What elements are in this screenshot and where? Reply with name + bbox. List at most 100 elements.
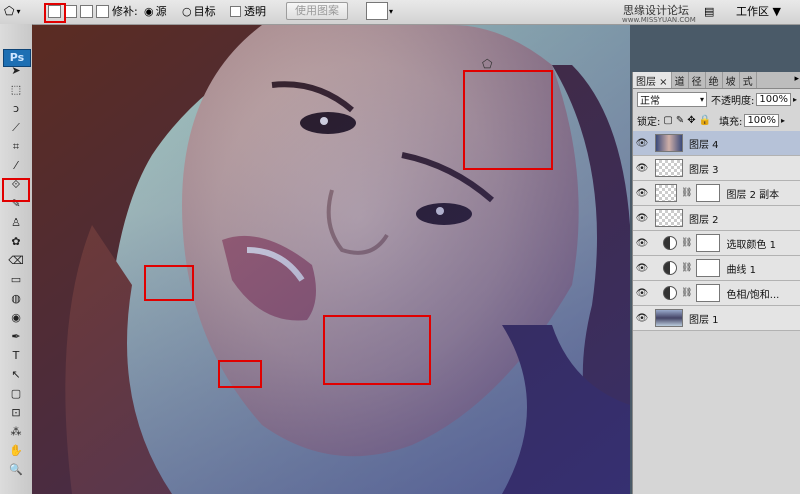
eye-icon[interactable]: 👁 [633, 188, 651, 199]
tool-button[interactable]: ♙ [7, 216, 25, 230]
opacity-input[interactable]: 100% [756, 93, 791, 106]
layer-thumbnail [655, 134, 683, 152]
layer-name: 曲线 1 [726, 264, 756, 276]
tool-button[interactable]: ⌗ [7, 140, 25, 154]
layer-row[interactable]: 👁 ⛓ 选取颜色 1 [633, 231, 800, 256]
intersect-selection-button[interactable] [96, 4, 109, 18]
layer-mask-thumbnail [696, 234, 721, 252]
highlight-box-selection [44, 3, 66, 23]
document-canvas[interactable]: ⬠ [32, 25, 630, 494]
workspace-button[interactable]: 工作区 ▼ [736, 3, 781, 19]
chain-icon: ⛓ [681, 263, 693, 273]
layers-panel: 图层 × 道 径 绝 坡 式 ▸ 正常 ▾ 不透明度: 100% ▸ 锁定: ▢… [632, 72, 800, 494]
layer-mask-thumbnail [696, 284, 721, 302]
tool-button[interactable]: 🔍 [7, 463, 25, 477]
layer-row[interactable]: 👁 ⛓ 图层 2 副本 [633, 181, 800, 206]
eye-icon[interactable]: 👁 [633, 213, 651, 224]
radio-icon: ○ [182, 4, 192, 18]
target-label: 目标 [193, 5, 216, 18]
tool-button[interactable]: ✿ [7, 235, 25, 249]
layer-row[interactable]: 👁 ⛓ 色相/饱和... [633, 281, 800, 306]
layer-row[interactable]: 👁 图层 1 [633, 306, 800, 331]
fill-slider-button[interactable]: ▸ [781, 116, 785, 125]
chain-icon: ⛓ [681, 188, 693, 198]
source-radio[interactable]: ◉ 源 [144, 3, 167, 19]
chevron-down-icon: ▾ [389, 6, 394, 16]
checkbox-icon [230, 5, 241, 17]
palette-well-icon[interactable]: ▤ [704, 3, 714, 19]
lock-move-icon[interactable]: ✥ [687, 115, 695, 126]
layer-row[interactable]: 👁 图层 4 [633, 131, 800, 156]
eye-icon[interactable]: 👁 [633, 288, 651, 299]
tool-button[interactable]: ⁂ [7, 425, 25, 439]
tool-button[interactable]: ⟋ [7, 121, 25, 135]
tool-button[interactable]: ↄ [7, 102, 25, 116]
layer-thumbnail [655, 184, 677, 202]
lock-label: 锁定: [637, 117, 661, 128]
eye-icon[interactable]: 👁 [633, 238, 651, 249]
panel-tabs: 图层 × 道 径 绝 坡 式 ▸ [633, 72, 800, 89]
tab-color[interactable]: 绝 [706, 72, 723, 88]
tool-button[interactable]: ▢ [7, 387, 25, 401]
adjustment-icon [663, 261, 677, 275]
lock-all-icon[interactable]: 🔒 [699, 115, 711, 126]
layer-row[interactable]: 👁 ⛓ 曲线 1 [633, 256, 800, 281]
layer-name: 图层 2 [689, 214, 719, 226]
layer-mask-thumbnail [696, 184, 721, 202]
opacity-slider-button[interactable]: ▸ [793, 95, 797, 104]
tool-button[interactable]: ✒ [7, 330, 25, 344]
eye-icon[interactable]: 👁 [633, 313, 651, 324]
tool-button[interactable]: ⌫ [7, 254, 25, 268]
repair-label: 修补: [112, 5, 138, 18]
tab-layers[interactable]: 图层 × [633, 72, 672, 88]
tool-button[interactable]: ⁄ [7, 159, 25, 173]
radio-checked-icon: ◉ [144, 4, 154, 18]
tab-paths[interactable]: 径 [689, 72, 706, 88]
highlight-box-patch-tool [2, 178, 30, 202]
subtract-selection-button[interactable] [80, 4, 93, 18]
blend-mode-select[interactable]: 正常 ▾ [637, 92, 707, 107]
patch-cursor-icon: ⬠ [482, 57, 493, 71]
tool-button[interactable]: T [7, 349, 25, 363]
highlight-box-chin-spot [144, 265, 194, 301]
highlight-box-cheek [323, 315, 431, 385]
layer-thumbnail [655, 159, 683, 177]
fill-label: 填充: [719, 117, 743, 128]
pattern-picker[interactable]: ▾ [366, 1, 393, 21]
eye-icon[interactable]: 👁 [633, 138, 651, 149]
tool-button[interactable]: ◍ [7, 292, 25, 306]
tool-button[interactable]: ✋ [7, 444, 25, 458]
eye-icon[interactable]: 👁 [633, 163, 651, 174]
source-label: 源 [155, 5, 167, 18]
eye-icon[interactable]: 👁 [633, 263, 651, 274]
tool-button[interactable]: ↖ [7, 368, 25, 382]
layer-row[interactable]: 👁 图层 2 [633, 206, 800, 231]
tool-button[interactable]: ➤ [7, 64, 25, 78]
tool-button[interactable]: ◉ [7, 311, 25, 325]
chain-icon: ⛓ [681, 238, 693, 248]
lock-transparent-icon[interactable]: ▢ [663, 115, 672, 126]
panel-menu-icon[interactable]: ▸ [792, 72, 800, 88]
tool-button[interactable]: ⊡ [7, 406, 25, 420]
chevron-down-icon: ▾ [699, 95, 704, 104]
watermark-url: www.MISSYUAN.COM [622, 16, 696, 24]
transparent-checkbox[interactable]: 透明 [230, 3, 266, 19]
tool-button[interactable]: ⬚ [7, 83, 25, 97]
layer-name: 图层 4 [689, 139, 719, 151]
target-radio[interactable]: ○ 目标 [182, 3, 216, 19]
layer-thumbnail [655, 309, 683, 327]
lock-paint-icon[interactable]: ✎ [676, 115, 684, 126]
tab-channels[interactable]: 道 [672, 72, 689, 88]
transparent-label: 透明 [244, 5, 266, 18]
layer-thumbnail [655, 209, 683, 227]
tab-swatches[interactable]: 坡 [723, 72, 740, 88]
blend-mode-value: 正常 [640, 96, 660, 107]
patch-tool-preset[interactable]: ⬠ ▾ [4, 3, 20, 19]
use-pattern-button[interactable]: 使用图案 [286, 2, 348, 20]
tool-button[interactable]: ▭ [7, 273, 25, 287]
adjustment-icon [663, 286, 677, 300]
tab-styles[interactable]: 式 [740, 72, 757, 88]
layer-name: 图层 1 [689, 314, 719, 326]
layer-row[interactable]: 👁 图层 3 [633, 156, 800, 181]
fill-input[interactable]: 100% [744, 114, 780, 127]
